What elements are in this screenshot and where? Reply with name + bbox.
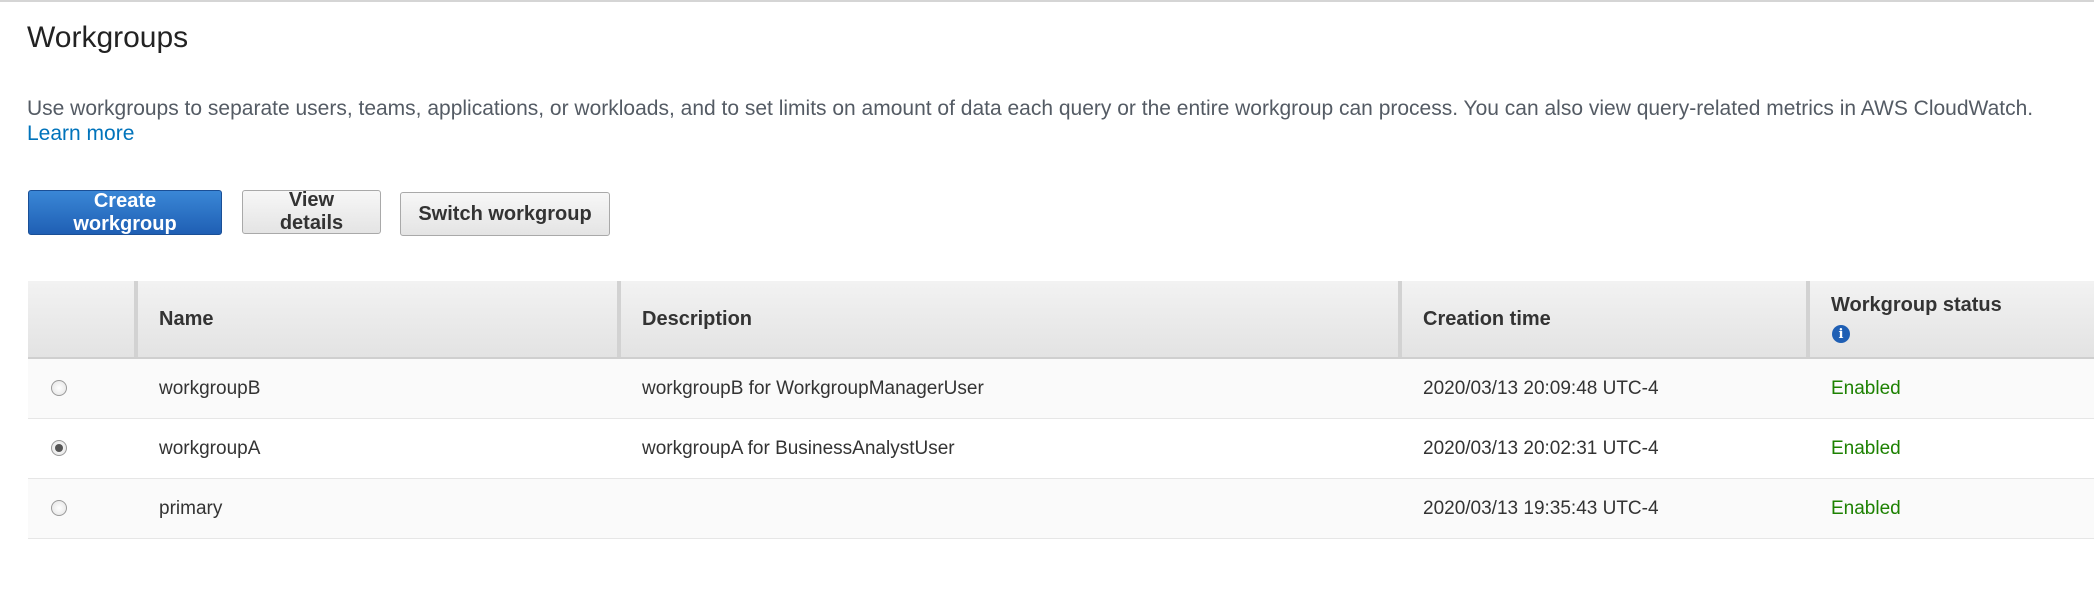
table-body: workgroupB workgroupB for WorkgroupManag… [28, 359, 2094, 539]
row-select-radio[interactable] [51, 440, 67, 456]
view-details-button[interactable]: View details [242, 189, 381, 234]
column-divider [1806, 281, 1810, 357]
row-name: primary [159, 497, 223, 519]
workgroups-table: Name Description Creation time Workgroup… [28, 281, 2094, 539]
page-description: Use workgroups to separate users, teams,… [27, 97, 2034, 120]
info-icon[interactable]: i [1832, 325, 1850, 343]
row-status: Enabled [1831, 377, 1901, 399]
row-name: workgroupB [159, 377, 261, 399]
row-creation-time: 2020/03/13 19:35:43 UTC-4 [1423, 497, 1659, 519]
row-select-radio[interactable] [51, 500, 67, 516]
table-header: Name Description Creation time Workgroup… [28, 281, 2094, 359]
top-divider [0, 0, 2094, 2]
column-header-workgroup-status[interactable]: Workgroup status [1831, 267, 2091, 343]
table-row[interactable]: primary 2020/03/13 19:35:43 UTC-4 Enable… [28, 479, 2094, 539]
column-header-name[interactable]: Name [159, 281, 509, 357]
column-divider [617, 281, 621, 357]
learn-more-link[interactable]: Learn more [27, 121, 134, 146]
column-header-creation-time[interactable]: Creation time [1423, 281, 1773, 357]
row-select-radio[interactable] [51, 380, 67, 396]
switch-workgroup-button[interactable]: Switch workgroup [400, 192, 610, 236]
row-name: workgroupA [159, 437, 261, 459]
column-divider [134, 281, 138, 357]
table-row[interactable]: workgroupA workgroupA for BusinessAnalys… [28, 419, 2094, 479]
row-description: workgroupA for BusinessAnalystUser [642, 437, 955, 459]
row-creation-time: 2020/03/13 20:09:48 UTC-4 [1423, 377, 1659, 399]
row-creation-time: 2020/03/13 20:02:31 UTC-4 [1423, 437, 1659, 459]
column-header-description[interactable]: Description [642, 281, 1342, 357]
row-description: workgroupB for WorkgroupManagerUser [642, 377, 984, 399]
row-status: Enabled [1831, 437, 1901, 459]
page-title: Workgroups [27, 21, 189, 54]
column-divider [1398, 281, 1402, 357]
row-status: Enabled [1831, 497, 1901, 519]
column-header-select [28, 281, 134, 357]
table-row[interactable]: workgroupB workgroupB for WorkgroupManag… [28, 359, 2094, 419]
create-workgroup-button[interactable]: Create workgroup [28, 190, 222, 235]
